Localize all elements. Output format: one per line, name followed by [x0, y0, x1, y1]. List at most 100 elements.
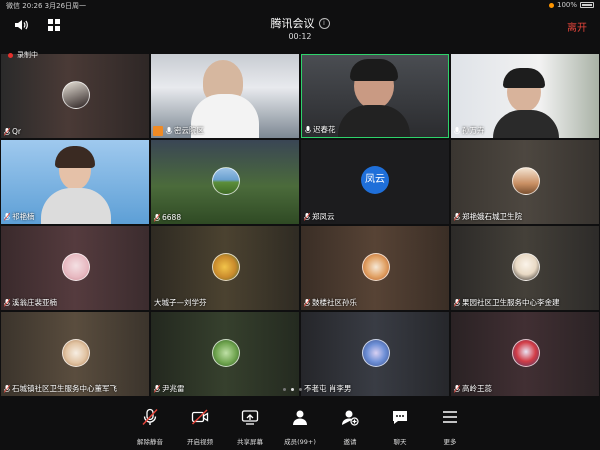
start-video-label: 开启视频 — [187, 438, 213, 446]
participant-name-label: 大城子—刘学芬 — [154, 297, 207, 308]
participant-name-label: 祁艳楠 — [4, 211, 35, 222]
participant-name-label: 迟春花 — [305, 124, 336, 135]
participant-tile[interactable]: 大城子—刘学芬 — [151, 226, 299, 310]
page-dot[interactable] — [298, 388, 302, 391]
participant-tile[interactable]: 孙万卉 — [451, 54, 599, 138]
participant-name-label: 郑凤云 — [304, 211, 335, 222]
participant-name-label: 果园社区卫生服务中心李金建 — [454, 297, 560, 308]
participant-tile[interactable]: 果园社区卫生服务中心李金建 — [451, 226, 599, 310]
mic-muted-icon — [304, 298, 310, 307]
person-hair — [503, 68, 545, 88]
participant-tile[interactable]: 郑艳娥石城卫生院 — [451, 140, 599, 224]
share-screen-icon — [241, 410, 259, 425]
status-right: 100% — [548, 1, 594, 9]
record-dot-icon — [8, 52, 13, 58]
mic-muted-icon — [4, 127, 10, 136]
participant-name: 迟春花 — [313, 125, 336, 134]
participant-tile[interactable]: 祁艳楠 — [1, 140, 149, 224]
mic-muted-icon — [454, 298, 460, 307]
participant-name: 大城子—刘学芬 — [154, 298, 207, 307]
mic-muted-icon — [304, 212, 310, 221]
recording-indicator: 录制中 — [8, 50, 38, 60]
participant-tile[interactable]: 密云院区 — [151, 54, 299, 138]
chat-label: 聊天 — [393, 438, 407, 446]
battery-percent: 100% — [556, 1, 577, 9]
more-button[interactable]: 更多 — [420, 408, 480, 448]
recording-label: 录制中 — [17, 51, 38, 59]
participant-name-label: 鼓楼社区孙乐 — [304, 297, 357, 308]
meeting-title-row[interactable]: 腾讯会议 i — [271, 15, 330, 31]
mic-muted-icon — [4, 212, 10, 221]
meeting-header: 腾讯会议 i 00:12 离开 — [0, 11, 600, 41]
initials-avatar: 凤云 — [361, 166, 389, 194]
mic-icon — [454, 126, 460, 134]
avatar — [512, 167, 540, 195]
participant-name: 孙万卉 — [462, 126, 485, 135]
page-dot[interactable] — [306, 388, 310, 391]
avatar — [362, 339, 390, 367]
participant-name: 果园社区卫生服务中心李金建 — [462, 298, 560, 307]
participant-tile[interactable]: 尹兆雷 — [151, 312, 299, 396]
mic-muted-icon — [454, 212, 460, 221]
participant-tile[interactable]: 不老屯 肖李男 — [301, 312, 449, 396]
participant-name: 溪翁庄裴亚楠 — [12, 298, 57, 307]
share-screen-label: 共享屏幕 — [237, 438, 263, 446]
mic-muted-icon — [142, 408, 158, 426]
carrier: 微信 — [6, 2, 20, 10]
title-block: 腾讯会议 i 00:12 — [0, 12, 600, 41]
mic-muted-icon — [154, 213, 160, 222]
participant-tile[interactable]: 鼓楼社区孙乐 — [301, 226, 449, 310]
avatar — [62, 253, 90, 281]
meeting-title: 腾讯会议 — [270, 17, 315, 30]
page-dot[interactable] — [314, 388, 318, 391]
participant-name: 郑凤云 — [312, 212, 335, 221]
mic-icon — [166, 126, 172, 134]
participant-name: 祁艳楠 — [12, 212, 35, 221]
participant-tile[interactable]: Qr — [1, 54, 149, 138]
page-dot-current[interactable] — [290, 388, 294, 391]
meeting-timer: 00:12 — [288, 32, 312, 41]
participant-tile[interactable]: 石城镇社区卫生服务中心董军飞 — [1, 312, 149, 396]
participant-name-label: 溪翁庄裴亚楠 — [4, 297, 57, 308]
avatar — [362, 253, 390, 281]
participant-name-label: 6688 — [154, 213, 181, 222]
participant-tile[interactable]: 高岭王蕊 — [451, 312, 599, 396]
battery-icon — [580, 2, 594, 8]
page-dot[interactable] — [282, 388, 286, 391]
mic-indicator-icon — [548, 2, 554, 8]
participant-tile-active-speaker[interactable]: 迟春花 — [301, 54, 449, 138]
unmute-label: 解除静音 — [137, 438, 163, 446]
avatar — [212, 167, 240, 195]
participant-name-label: 密云院区 — [166, 125, 204, 136]
leave-button[interactable]: 离开 — [567, 19, 587, 34]
avatar — [62, 81, 90, 109]
status-date: 3月26日周一 — [44, 2, 87, 10]
avatar — [62, 339, 90, 367]
person-hair — [350, 59, 398, 81]
chat-icon — [393, 411, 407, 424]
status-left: 微信 20:26 3月26日周一 — [6, 1, 86, 11]
mic-muted-icon — [4, 298, 10, 307]
status-time: 20:26 — [22, 2, 43, 10]
participant-tile[interactable]: 溪翁庄裴亚楠 — [1, 226, 149, 310]
participant-name: 密云院区 — [174, 126, 204, 135]
participant-tile[interactable]: 凤云 郑凤云 — [301, 140, 449, 224]
status-bar: 微信 20:26 3月26日周一 100% — [0, 0, 600, 11]
participant-name-label: 郑艳娥石城卫生院 — [454, 211, 522, 222]
info-icon[interactable]: i — [318, 17, 330, 29]
meeting-toolbar: 解除静音 开启视频 共享屏幕 成员(99+) 邀请 聊天 更多 — [0, 402, 600, 450]
video-off-icon — [191, 409, 209, 425]
avatar — [212, 253, 240, 281]
participant-name-label: Qr — [4, 127, 21, 136]
participant-name: 鼓楼社区孙乐 — [312, 298, 357, 307]
more-icon — [443, 411, 457, 423]
participant-name-label: 孙万卉 — [454, 125, 485, 136]
members-label: 成员(99+) — [284, 438, 316, 446]
participant-tile[interactable]: 6688 — [151, 140, 299, 224]
avatar — [512, 253, 540, 281]
participant-name: Qr — [12, 127, 21, 136]
avatar — [212, 339, 240, 367]
page-indicator[interactable] — [0, 388, 600, 391]
invite-icon — [342, 410, 359, 426]
participant-name: 郑艳娥石城卫生院 — [462, 212, 522, 221]
